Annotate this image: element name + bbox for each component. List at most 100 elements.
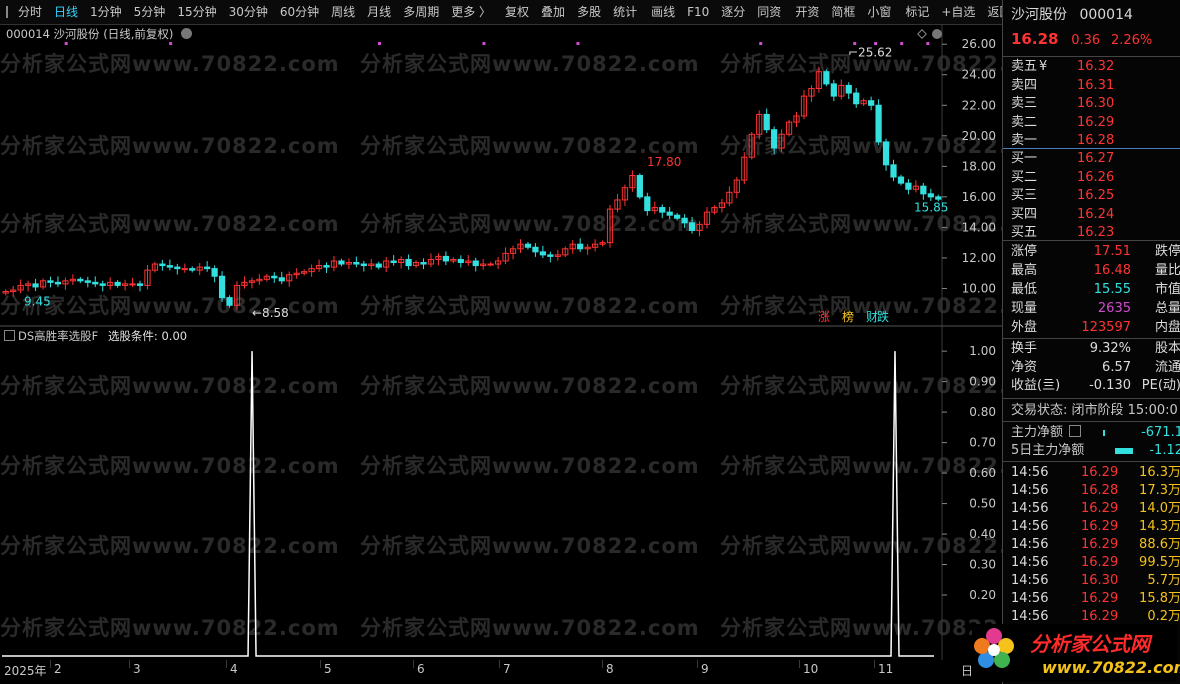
- bid-row[interactable]: 买一 16.27: [1011, 150, 1114, 168]
- date-tick: [129, 660, 130, 668]
- indicator-tick-label: 0.20: [969, 588, 996, 602]
- main-net-label: 主力净额: [1011, 425, 1064, 440]
- main-net5-label: 5日主力净额: [1011, 443, 1085, 458]
- layout-icon[interactable]: [6, 6, 8, 18]
- toolbar-item-6[interactable]: 60分钟: [274, 0, 325, 24]
- signal-marker: [926, 42, 930, 45]
- candle-body: [674, 214, 681, 219]
- toolbar-item-14[interactable]: 统计: [607, 0, 643, 24]
- ask-price: 16.31: [1077, 77, 1115, 93]
- toolbar-item-20[interactable]: 简框: [825, 0, 861, 24]
- toolbar-item-13[interactable]: 多股: [571, 0, 607, 24]
- stat-key: 外盘: [1011, 320, 1038, 335]
- candle-body: [390, 260, 397, 264]
- tick-volume: 99.5万: [1139, 555, 1180, 570]
- candle-body: [420, 262, 427, 265]
- tick-row[interactable]: 14:56 16.30 5.7万: [1011, 572, 1180, 590]
- toolbar-item-3[interactable]: 5分钟: [128, 0, 172, 24]
- bid-price: 16.27: [1077, 151, 1115, 166]
- candle-body: [830, 83, 837, 97]
- trade-status: 交易状态: 闭市阶段 15:00:0: [1011, 403, 1178, 418]
- low-annotation: ←8.58: [252, 306, 289, 320]
- toolbar-item-4[interactable]: 15分钟: [171, 0, 222, 24]
- toolbar-item-9[interactable]: 多周期: [397, 0, 445, 24]
- badge-0[interactable]: 涨: [818, 309, 830, 324]
- toolbar-item-19[interactable]: 开资: [789, 0, 825, 24]
- stat-row: 外盘 123597 内盘: [1011, 319, 1180, 337]
- tick-price: 16.29: [1081, 519, 1119, 534]
- tick-row[interactable]: 14:56 16.29 15.8万: [1011, 590, 1180, 608]
- ask-price: 16.32: [1077, 59, 1115, 74]
- toolbar-item-18[interactable]: 同资: [751, 0, 787, 24]
- site-logo: 分析家公式网 www.70822.com: [972, 624, 1180, 682]
- indicator-chart[interactable]: 0.20 0.30 0.40 0.50 0.60 0.70 0.80 0.90 1.00: [0, 326, 1002, 660]
- ask-row[interactable]: 卖四 16.31: [1011, 77, 1114, 95]
- tick-time: 14:56: [1011, 519, 1049, 534]
- indicator-tick-label: 0.60: [969, 466, 996, 480]
- toolbar-item-22[interactable]: 标记: [899, 0, 935, 24]
- table-icon[interactable]: [1069, 425, 1082, 437]
- logo-text: 分析家公式网: [1030, 632, 1150, 656]
- toolbar-item-1[interactable]: 日线: [48, 0, 84, 24]
- tick-volume: 14.0万: [1139, 501, 1180, 516]
- ask-row[interactable]: 卖二 16.29: [1011, 114, 1114, 132]
- toolbar-item-10[interactable]: 更多 〉: [445, 0, 497, 24]
- bid-label: 买五: [1011, 225, 1038, 240]
- peak-annotation: 17.80: [647, 155, 681, 169]
- toolbar-item-7[interactable]: 周线: [325, 0, 361, 24]
- toolbar-item-11[interactable]: 复权: [499, 0, 535, 24]
- candle-body: [323, 265, 330, 268]
- candle-body: [763, 113, 770, 131]
- tick-row[interactable]: 14:56 16.29 16.3万: [1011, 464, 1180, 482]
- stat-value: 2635: [1097, 301, 1131, 316]
- stat2-row: 净资 6.57 流通: [1011, 359, 1180, 377]
- bid-row[interactable]: 买三 16.25: [1011, 187, 1114, 205]
- toolbar-item-23[interactable]: +自选: [935, 0, 981, 24]
- tick-row[interactable]: 14:56 16.28 17.3万: [1011, 482, 1180, 500]
- tick-row[interactable]: 14:56 16.29 14.3万: [1011, 518, 1180, 536]
- stat2-key: 换手: [1011, 341, 1038, 356]
- badge-1[interactable]: 榜: [842, 309, 854, 324]
- quote-panel: 沙河股份 000014 16.28 0.36 2.26% 卖五 ¥16.32 卖四 1…: [1002, 0, 1180, 684]
- tick-row[interactable]: 14:56 16.29 88.6万: [1011, 536, 1180, 554]
- candle-body: [211, 268, 218, 277]
- toolbar-item-16[interactable]: F10: [681, 0, 715, 24]
- candle-body: [181, 268, 188, 271]
- ask-row[interactable]: 卖三 16.30: [1011, 95, 1114, 113]
- candle-body: [539, 251, 546, 256]
- tick-volume: 15.8万: [1139, 591, 1180, 606]
- bid-row[interactable]: 买二 16.26: [1011, 169, 1114, 187]
- stat-key: 涨停: [1011, 244, 1038, 259]
- main-net-value: -671.1: [1141, 425, 1180, 440]
- panel-menu-icon[interactable]: [932, 29, 942, 39]
- stat2-key2: PE(动): [1141, 378, 1180, 393]
- candle-body: [114, 281, 121, 286]
- stat2-value: 6.57: [1102, 359, 1131, 375]
- tick-row[interactable]: 14:56 16.29 99.5万: [1011, 554, 1180, 572]
- diamond-icon[interactable]: [917, 29, 927, 39]
- candle-body: [577, 243, 584, 250]
- toolbar-item-5[interactable]: 30分钟: [223, 0, 274, 24]
- tick-row[interactable]: 14:56 16.29 14.0万: [1011, 500, 1180, 518]
- ask-row[interactable]: 卖五 ¥16.32: [1011, 58, 1114, 76]
- toolbar-item-17[interactable]: 逐分: [715, 0, 751, 24]
- candlestick-chart[interactable]: 10.00 12.00 14.00 16.00 18.00 20.00 22.00 24.00…: [0, 24, 1002, 327]
- toolbar-item-8[interactable]: 月线: [361, 0, 397, 24]
- candle-body: [927, 193, 934, 198]
- ask-label: 卖三: [1011, 96, 1038, 111]
- candle-body: [868, 100, 875, 106]
- badge-3[interactable]: 跌: [877, 309, 889, 324]
- main-net-bar: [1103, 430, 1105, 436]
- date-tick: [413, 660, 414, 668]
- toolbar-item-0[interactable]: 分时: [12, 0, 48, 24]
- tick-volume: 17.3万: [1139, 483, 1180, 498]
- bid-row[interactable]: 买四 16.24: [1011, 206, 1114, 224]
- price-tick-label: 18.00: [962, 159, 996, 173]
- toolbar-item-12[interactable]: 叠加: [535, 0, 571, 24]
- bid-label: 买一: [1011, 151, 1038, 166]
- toolbar-item-21[interactable]: 小窗: [861, 0, 897, 24]
- date-tick: [226, 660, 227, 668]
- candle-body: [32, 283, 39, 288]
- toolbar-item-15[interactable]: 画线: [645, 0, 681, 24]
- toolbar-item-2[interactable]: 1分钟: [84, 0, 128, 24]
